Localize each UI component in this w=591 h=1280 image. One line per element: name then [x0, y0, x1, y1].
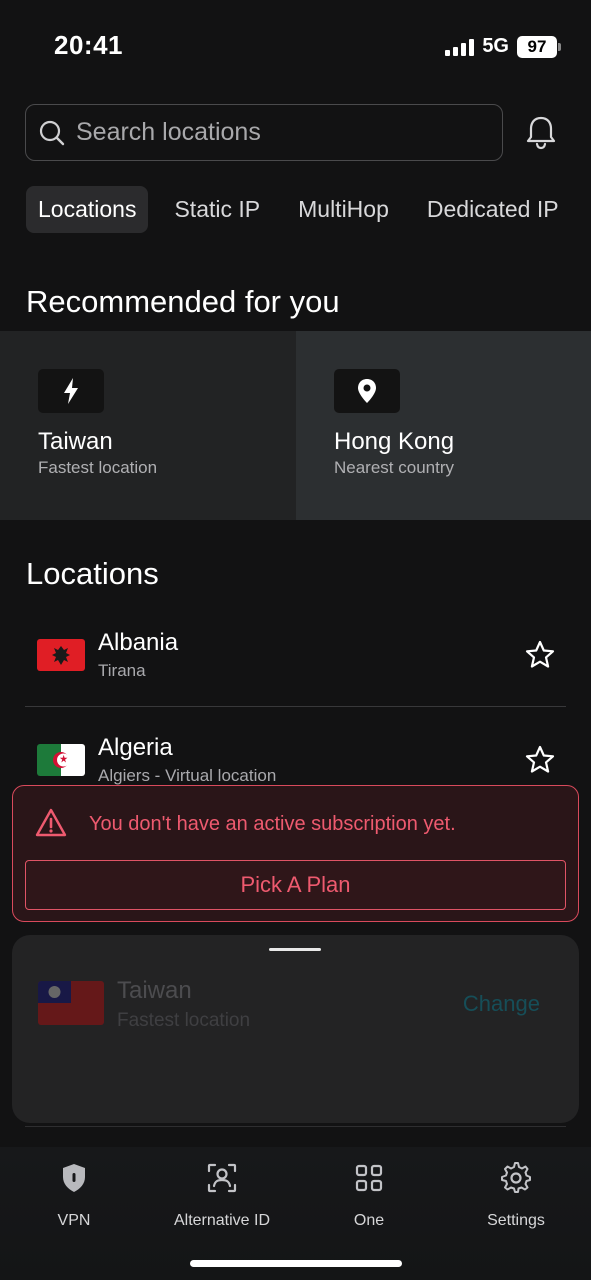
user-scan-icon [207, 1163, 237, 1193]
location-city: Tirana [98, 661, 146, 680]
network-type: 5G [482, 35, 509, 57]
home-indicator [190, 1260, 402, 1267]
battery-level: 97 [517, 35, 557, 58]
location-country: Algeria [98, 734, 173, 761]
search-input[interactable]: Search locations [25, 104, 503, 161]
tabbar-alternative-id[interactable]: Alternative ID [152, 1161, 292, 1230]
search-icon [39, 120, 65, 145]
tabbar-label: Settings [487, 1212, 545, 1229]
divider [25, 706, 566, 707]
tab-multihop[interactable]: MultiHop [286, 186, 401, 233]
tab-locations[interactable]: Locations [26, 186, 149, 233]
recommended-title: Recommended for you [26, 284, 340, 319]
albania-flag-icon [37, 639, 85, 671]
location-tabs: Locations Static IP MultiHop Dedicated I… [26, 186, 585, 233]
tab-dedicated-ip[interactable]: Dedicated IP [415, 186, 571, 233]
recommended-card-name: Taiwan [38, 428, 113, 455]
lightning-icon [38, 369, 104, 413]
recommended-card-name: Hong Kong [334, 428, 455, 455]
warning-icon [35, 808, 67, 837]
recommended-card-subtitle: Fastest location [38, 458, 158, 477]
recommended-card-nearest[interactable]: Hong Kong Nearest country [296, 331, 591, 520]
subscription-alert: You don't have an active subscription ye… [12, 785, 579, 922]
status-indicators: 5G 97 [445, 35, 561, 58]
recommended-card-subtitle: Nearest country [334, 458, 454, 477]
tabbar-vpn[interactable]: VPN [4, 1161, 144, 1230]
connection-country: Taiwan [117, 977, 192, 1004]
tabbar-settings[interactable]: Settings [446, 1161, 586, 1230]
location-country: Albania [98, 629, 179, 656]
locations-title: Locations [26, 556, 159, 591]
alert-message: You don't have an active subscription ye… [89, 813, 456, 835]
location-city: Algiers - Virtual location [98, 766, 277, 785]
list-item-albania[interactable]: Albania Tirana [25, 605, 566, 709]
star-icon[interactable] [524, 744, 556, 776]
shield-icon [63, 1164, 85, 1192]
connection-sheet: Taiwan Fastest location Change [12, 935, 579, 1123]
algeria-flag-icon [37, 744, 85, 776]
gear-icon [501, 1162, 531, 1193]
signal-icon [445, 38, 475, 56]
change-location-button[interactable]: Change [463, 991, 540, 1017]
tabbar-one[interactable]: One [299, 1161, 439, 1230]
recommended-card-fastest[interactable]: Taiwan Fastest location [0, 331, 296, 520]
location-pin-icon [334, 369, 400, 413]
taiwan-flag-icon [38, 981, 104, 1025]
status-time: 20:41 [54, 30, 123, 60]
grid-icon [355, 1164, 383, 1192]
connection-subtitle: Fastest location [117, 1010, 251, 1031]
sheet-handle[interactable] [269, 948, 321, 951]
star-icon[interactable] [524, 639, 556, 671]
battery-icon: 97 [517, 35, 561, 58]
pick-plan-button[interactable]: Pick A Plan [25, 860, 566, 910]
bell-icon[interactable] [522, 112, 560, 152]
tab-static-ip[interactable]: Static IP [162, 186, 272, 233]
divider [25, 1126, 566, 1127]
tabbar-label: VPN [57, 1212, 91, 1229]
tabbar-label: One [353, 1212, 385, 1229]
tabbar-label: Alternative ID [173, 1212, 271, 1229]
list-item-algeria[interactable]: Algeria Algiers - Virtual location [25, 710, 566, 786]
search-placeholder: Search locations [76, 118, 261, 146]
